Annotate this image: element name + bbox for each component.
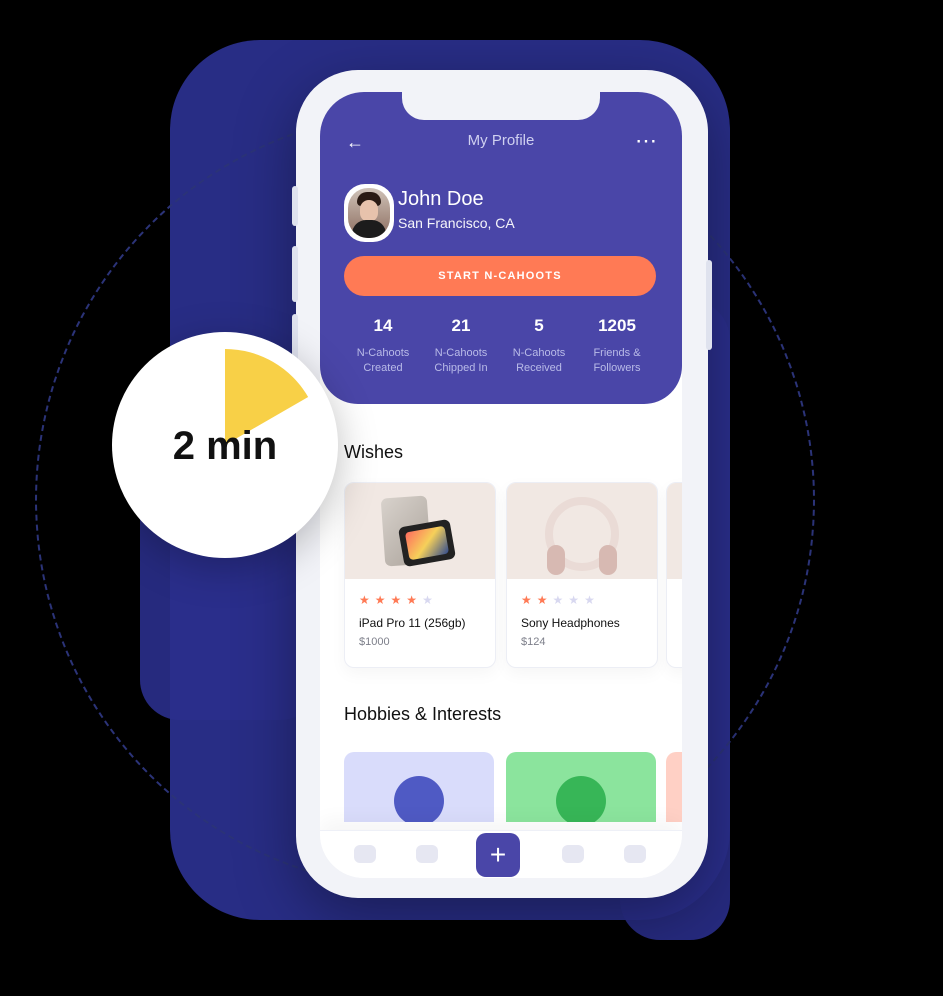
- stat-item[interactable]: 21 N-Cahoots Chipped In: [422, 316, 500, 376]
- hobbies-heading: Hobbies & Interests: [344, 704, 502, 724]
- wish-card-partial[interactable]: [666, 482, 682, 668]
- bottom-nav: +: [320, 830, 682, 878]
- profile-location: San Francisco, CA: [398, 215, 515, 231]
- stat-item[interactable]: 1205 Friends & Followers: [578, 316, 656, 376]
- hobby-card[interactable]: [344, 752, 494, 822]
- timer-badge: 2 min: [112, 332, 338, 558]
- stat-label: N-Cahoots Received: [512, 347, 566, 374]
- phone-screen: ← My Profile ⋯ John Doe San Francisco, C…: [320, 92, 682, 878]
- wish-title: Sony Headphones: [521, 616, 620, 630]
- stat-label: N-Cahoots Chipped In: [434, 347, 488, 374]
- stat-item[interactable]: 5 N-Cahoots Received: [500, 316, 578, 376]
- heart-icon[interactable]: [416, 845, 438, 863]
- wish-rating: ★ ★ ★ ★ ★: [359, 594, 433, 606]
- friends-icon[interactable]: [562, 845, 584, 863]
- stat-label: Friends & Followers: [593, 347, 641, 374]
- wish-price: $1000: [359, 636, 390, 648]
- star-icon: ★: [552, 593, 564, 607]
- star-icon: ★: [584, 593, 595, 607]
- stat-label: N-Cahoots Created: [356, 347, 410, 374]
- wish-image: [345, 483, 495, 579]
- profile-name: John Doe: [398, 188, 484, 210]
- tennis-ball-icon: [556, 776, 606, 822]
- phone-side-button: [292, 246, 298, 302]
- hobby-card[interactable]: [506, 752, 656, 822]
- more-dots-icon[interactable]: ⋯: [635, 128, 658, 154]
- wishes-heading: Wishes: [344, 442, 404, 462]
- stat-value: 5: [534, 316, 544, 335]
- avatar-photo: [348, 188, 390, 238]
- start-n-cahoots-button[interactable]: START N-CAHOOTS: [344, 256, 656, 296]
- avatar[interactable]: [344, 184, 394, 242]
- hobby-card-partial[interactable]: [666, 752, 682, 822]
- profile-header: ← My Profile ⋯ John Doe San Francisco, C…: [320, 92, 682, 404]
- stat-value: 1205: [598, 316, 636, 335]
- add-button[interactable]: +: [476, 833, 520, 877]
- phone-side-button: [706, 260, 712, 350]
- star-icon: ★: [568, 593, 580, 607]
- page-title: My Profile: [467, 132, 535, 149]
- star-icon: ★: [390, 593, 402, 607]
- phone-notch: [402, 92, 600, 120]
- profile-stats: 14 N-Cahoots Created 21 N-Cahoots Chippe…: [344, 316, 656, 376]
- star-icon: ★: [359, 593, 370, 607]
- star-icon: ★: [422, 593, 433, 607]
- star-icon: ★: [374, 593, 386, 607]
- phone-frame: ← My Profile ⋯ John Doe San Francisco, C…: [292, 70, 712, 898]
- ipad-image: [397, 518, 457, 568]
- chat-icon[interactable]: [624, 845, 646, 863]
- stat-value: 14: [373, 316, 393, 335]
- star-icon: ★: [521, 593, 532, 607]
- wish-card[interactable]: ★ ★ ★ ★ ★ iPad Pro 11 (256gb) $1000: [344, 482, 496, 668]
- wish-title: iPad Pro 11 (256gb): [359, 616, 466, 630]
- feed-icon[interactable]: [354, 845, 376, 863]
- phone-side-button: [292, 186, 298, 226]
- stat-value: 21: [451, 316, 471, 335]
- stat-item[interactable]: 14 N-Cahoots Created: [344, 316, 422, 376]
- wish-card[interactable]: ★ ★ ★ ★ ★ Sony Headphones $124: [506, 482, 658, 668]
- headphones-image: [545, 497, 619, 575]
- wish-rating: ★ ★ ★ ★ ★: [521, 594, 595, 606]
- wish-image: [507, 483, 657, 579]
- wish-price: $124: [521, 636, 546, 648]
- star-icon: ★: [406, 593, 418, 607]
- star-icon: ★: [536, 593, 548, 607]
- volleyball-icon: [394, 776, 444, 822]
- timer-label: 2 min: [172, 424, 278, 468]
